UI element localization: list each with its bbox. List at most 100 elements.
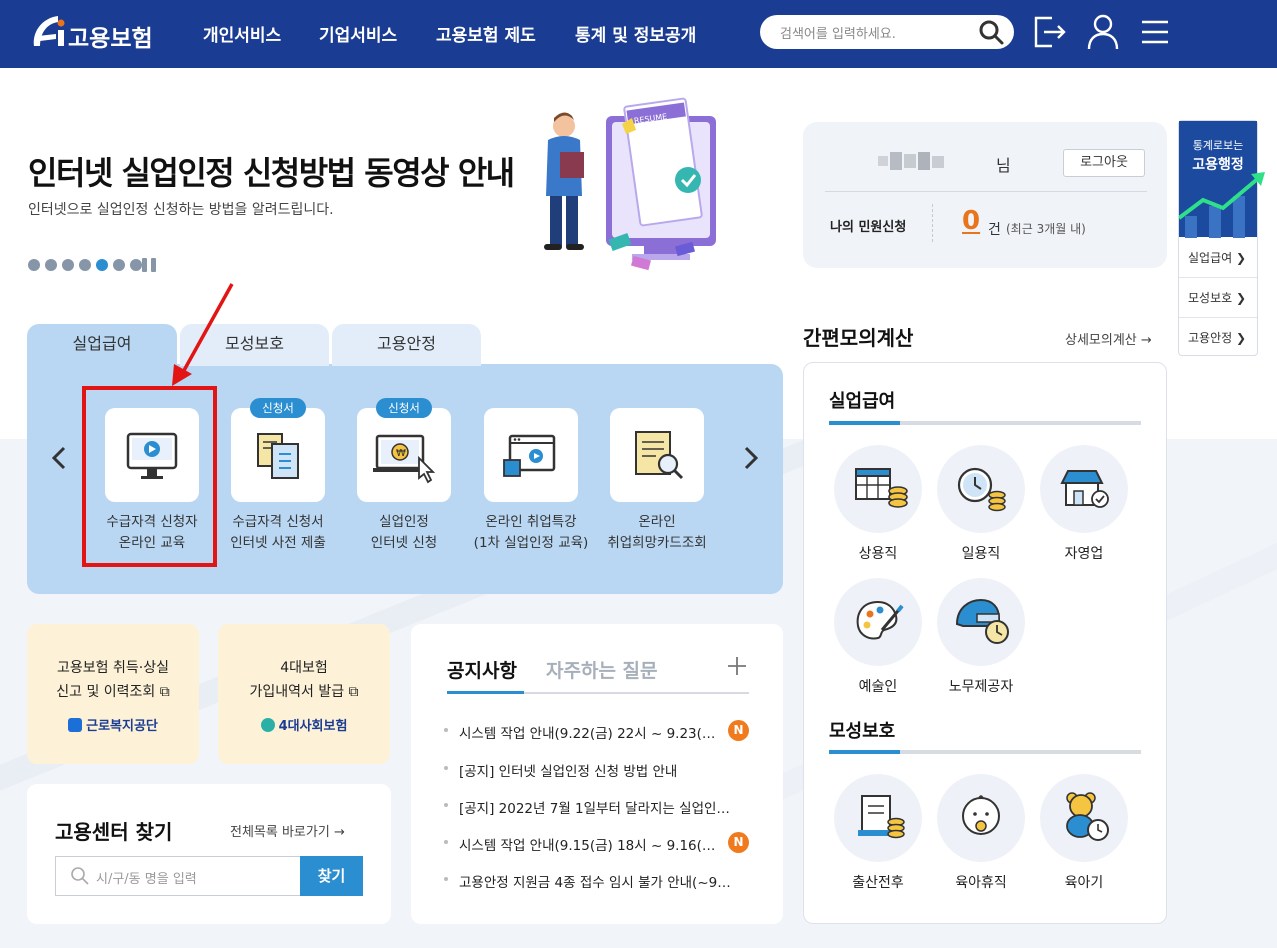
divider (932, 204, 933, 242)
service-pre-submit-application[interactable] (231, 408, 325, 502)
divider (825, 191, 1147, 192)
pagination-dot[interactable] (113, 259, 125, 271)
nav-business-services[interactable]: 기업서비스 (319, 21, 397, 46)
pause-icon[interactable] (141, 257, 157, 273)
calc-label: 노무제공자 (948, 679, 1014, 695)
plus-icon[interactable] (725, 654, 749, 678)
application-badge: 신청서 (250, 398, 306, 418)
insurance-history-card[interactable]: 고용보험 취득·상실 신고 및 이력조회 ⧉ 근로복지공단 (27, 624, 199, 764)
stats-link-stability[interactable]: 고용안정 ❯ (1188, 329, 1246, 346)
tab-employment-stability[interactable]: 고용안정 (332, 324, 481, 366)
card-text: 고용보험 취득·상실 (57, 660, 169, 676)
page-root: { "header": { "logo_text": "고용보험", "nav"… (0, 0, 1277, 948)
logout-icon[interactable] (1032, 14, 1068, 50)
calc-daily-worker[interactable] (937, 445, 1025, 533)
service-online-job-lecture[interactable] (484, 408, 578, 502)
pagination-dot[interactable] (62, 259, 74, 271)
logo-text[interactable]: 고용보험 (68, 19, 153, 53)
four-insurance-card[interactable]: 4대보험 가입내역서 발급 ⧉ 4대사회보험 (218, 624, 390, 764)
chevron-right-icon[interactable] (738, 444, 764, 472)
search-icon[interactable] (978, 19, 1004, 45)
store-check-icon (1060, 470, 1109, 508)
card-text: 가입내역서 발급 ⧉ (249, 684, 359, 700)
annotation-arrow-icon (172, 283, 234, 386)
nav-insurance-system[interactable]: 고용보험 제도 (436, 21, 536, 46)
four-insurance-logo: 4대사회보험 (218, 715, 390, 734)
pagination-dot[interactable] (28, 259, 40, 271)
calc-label: 육아기 (1064, 875, 1104, 891)
tab-notices[interactable]: 공지사항 (447, 656, 517, 683)
user-icon[interactable] (1086, 13, 1120, 51)
my-requests-note: (최근 3개월 내) (1006, 222, 1086, 236)
tab-faq[interactable]: 자주하는 질문 (546, 656, 658, 683)
active-tab-indicator (447, 691, 524, 694)
calc-labor-provider[interactable] (937, 578, 1025, 666)
calc-artist[interactable] (834, 578, 922, 666)
chevron-left-icon[interactable] (46, 444, 72, 472)
calc-maternity-leave[interactable] (834, 774, 922, 862)
list-bullet (444, 728, 448, 732)
list-bullet (444, 803, 448, 807)
masked-user-name (878, 152, 944, 170)
new-badge: N (728, 832, 749, 853)
divider (1179, 277, 1257, 278)
notice-item[interactable]: [공지] 2022년 7월 1일부터 달라지는 실업인… (459, 797, 749, 817)
new-badge: N (728, 720, 749, 741)
find-button[interactable]: 찾기 (300, 856, 363, 896)
comwel-logo-icon (68, 718, 83, 732)
card-search-icon (635, 431, 684, 480)
section-title-unemployment: 실업급여 (829, 391, 896, 412)
logout-button[interactable]: 로그아웃 (1063, 149, 1145, 177)
menu-icon[interactable] (1140, 18, 1170, 46)
banner-subtitle: 인터넷으로 실업인정 신청하는 방법을 알려드립니다. (28, 202, 334, 218)
login-status-box (803, 122, 1167, 268)
my-requests-unit: 건 (988, 222, 1001, 238)
tab-unemployment-benefit[interactable]: 실업급여 (27, 324, 177, 366)
finder-all-list-link[interactable]: 전체목록 바로가기 → (230, 821, 345, 840)
service-label: 온라인 취업특강 (1차 실업인정 교육) (473, 514, 589, 551)
monitor-won-click-icon: ₩ (373, 434, 436, 484)
user-honorific: 님 (996, 156, 1011, 175)
comwel-logo: 근로복지공단 (27, 715, 199, 734)
four-insurance-logo-icon (260, 718, 275, 732)
service-label: 수급자격 신청서 인터넷 사전 제출 (230, 514, 326, 551)
section-indicator (829, 421, 900, 425)
teddy-bear-clock-icon (1066, 792, 1109, 841)
calc-childcare-period[interactable] (1040, 774, 1128, 862)
stats-link-unemployment[interactable]: 실업급여 ❯ (1188, 249, 1246, 266)
bar-chart-icon (1179, 172, 1265, 238)
employment-center-finder (27, 784, 391, 924)
nav-statistics-info[interactable]: 통계 및 정보공개 (575, 21, 696, 46)
section-title-maternity: 모성보호 (829, 721, 896, 742)
nav-personal-services[interactable]: 개인서비스 (203, 21, 281, 46)
calc-label: 일용직 (961, 546, 1001, 562)
notice-item[interactable]: [공지] 인터넷 실업인정 신청 방법 안내 (459, 760, 749, 780)
service-unemployment-recognition[interactable]: ₩ (357, 408, 451, 502)
list-bullet (444, 877, 448, 881)
detailed-calculator-link[interactable]: 상세모의계산 → (1065, 329, 1152, 348)
service-job-hope-card[interactable] (610, 408, 704, 502)
pagination-dot[interactable] (96, 259, 108, 271)
notice-item[interactable]: 고용안정 지원금 4종 접수 임시 불가 안내(~9… (459, 871, 749, 891)
calc-parental-leave[interactable] (937, 774, 1025, 862)
notice-item[interactable]: 시스템 작업 안내(9.22(금) 22시 ~ 9.23(… (459, 722, 721, 742)
list-bullet (444, 766, 448, 770)
documents-icon (257, 433, 299, 479)
helmet-clock-icon (955, 598, 1009, 644)
calc-regular-worker[interactable] (834, 445, 922, 533)
service-label: 온라인 취업희망카드조회 (607, 514, 707, 551)
service-label: 실업인정 인터넷 신청 (370, 514, 438, 551)
palette-icon (856, 600, 904, 640)
notice-item[interactable]: 시스템 작업 안내(9.15(금) 18시 ~ 9.16(… (459, 834, 721, 854)
pagination-dot[interactable] (79, 259, 91, 271)
clock-coins-icon (957, 467, 1006, 512)
stats-panel-title-small: 통계로보는 (1192, 139, 1244, 152)
application-badge: 신청서 (376, 398, 432, 418)
banner-title[interactable]: 인터넷 실업인정 신청방법 동영상 안내 (28, 148, 515, 194)
browser-video-icon (503, 434, 556, 477)
stats-link-maternity[interactable]: 모성보호 ❯ (1188, 289, 1246, 306)
calc-self-employed[interactable] (1040, 445, 1128, 533)
my-requests-count[interactable]: 0 (962, 206, 980, 236)
pagination-dot[interactable] (45, 259, 57, 271)
baby-face-icon (962, 795, 1000, 835)
